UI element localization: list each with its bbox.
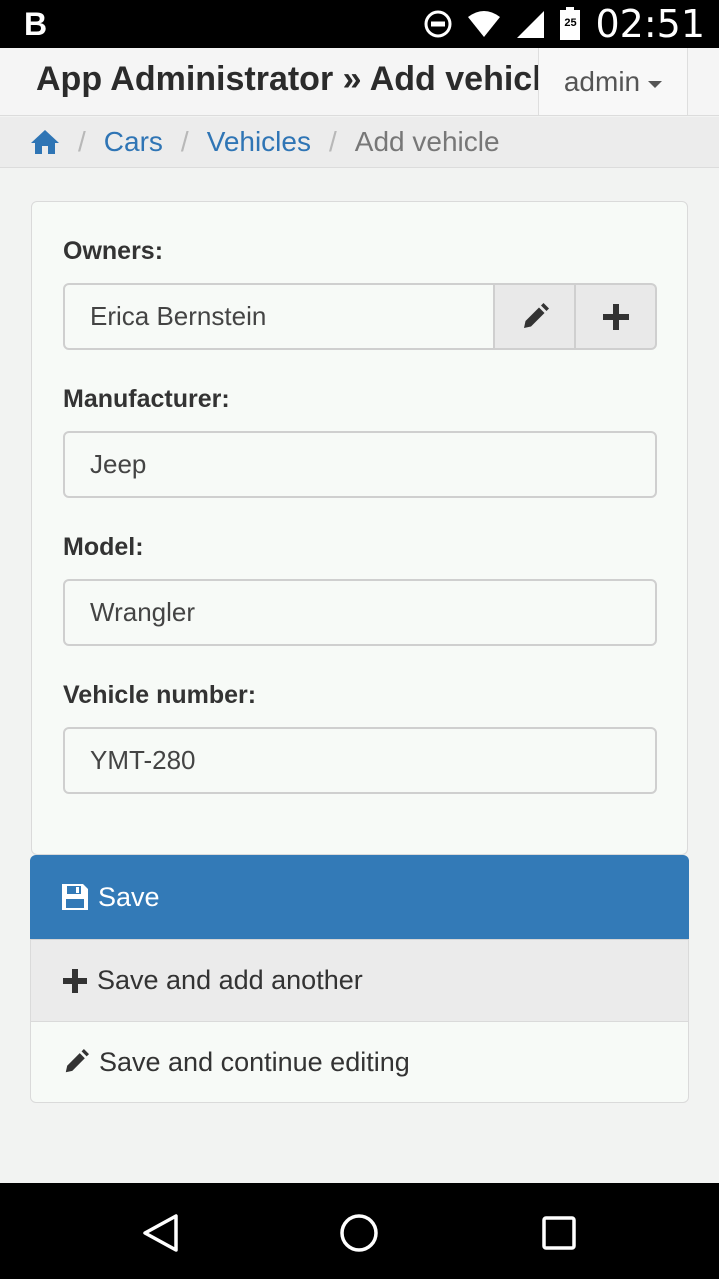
- model-label: Model:: [63, 533, 144, 561]
- vehicle-form: Owners: Erica Bernstein Manufacturer: Je…: [31, 201, 688, 855]
- status-bar: B 25 02:51: [0, 0, 719, 48]
- breadcrumb-cars[interactable]: Cars: [104, 126, 163, 158]
- plus-icon: [602, 303, 629, 330]
- owners-field-group: Erica Bernstein: [63, 283, 657, 350]
- notification-letter: B: [24, 6, 48, 42]
- vehicle-number-label: Vehicle number:: [63, 681, 257, 709]
- back-icon: [143, 1214, 178, 1252]
- recents-icon: [542, 1216, 576, 1250]
- user-menu-button[interactable]: admin: [538, 48, 688, 115]
- manufacturer-label: Manufacturer:: [63, 385, 230, 413]
- owners-label: Owners:: [63, 237, 164, 265]
- pencil-icon: [521, 302, 549, 331]
- home-button[interactable]: [337, 1211, 381, 1255]
- breadcrumb: / Cars / Vehicles / Add vehicle: [0, 117, 719, 168]
- clock: 02:51: [595, 2, 705, 46]
- app-content: App Administrator » Add vehicle admin / …: [0, 48, 719, 1183]
- form-actions: Save Save and add another Save and conti…: [30, 855, 689, 1103]
- user-menu-label: admin: [563, 66, 641, 97]
- add-owner-button[interactable]: [576, 283, 657, 350]
- save-continue-label: Save and continue editing: [99, 1046, 410, 1077]
- system-nav-bar: [0, 1183, 719, 1279]
- back-button[interactable]: [138, 1211, 182, 1255]
- battery-level: 25: [564, 17, 577, 29]
- breadcrumb-separator: /: [328, 126, 337, 157]
- page-title[interactable]: App Administrator » Add vehicle: [36, 60, 561, 99]
- wifi-icon: [467, 10, 501, 38]
- breadcrumb-separator: /: [78, 126, 86, 157]
- model-input[interactable]: Wrangler: [63, 579, 657, 646]
- breadcrumb-current: Add vehicle: [354, 126, 500, 157]
- breadcrumb-vehicles[interactable]: Vehicles: [207, 126, 311, 158]
- home-circle-icon: [340, 1214, 378, 1252]
- battery-icon: 25: [559, 7, 581, 41]
- home-icon[interactable]: [30, 129, 60, 155]
- save-add-another-button[interactable]: Save and add another: [30, 939, 689, 1021]
- breadcrumb-separator: /: [180, 126, 189, 157]
- plus-icon: [63, 968, 87, 993]
- owners-select[interactable]: Erica Bernstein: [63, 283, 495, 350]
- vehicle-number-input[interactable]: YMT-280: [63, 727, 657, 794]
- signal-icon: [515, 9, 545, 39]
- edit-owner-button[interactable]: [495, 283, 576, 350]
- pencil-icon: [63, 1049, 89, 1075]
- save-continue-editing-button[interactable]: Save and continue editing: [30, 1021, 689, 1103]
- manufacturer-input[interactable]: Jeep: [63, 431, 657, 498]
- top-navbar: App Administrator » Add vehicle admin: [0, 48, 719, 116]
- floppy-disk-icon: [62, 884, 88, 910]
- save-add-another-label: Save and add another: [97, 965, 363, 995]
- recents-button[interactable]: [537, 1211, 581, 1255]
- caret-down-icon: [648, 80, 663, 88]
- dnd-icon: [423, 9, 453, 39]
- save-button-label: Save: [98, 881, 160, 912]
- save-button[interactable]: Save: [30, 855, 689, 939]
